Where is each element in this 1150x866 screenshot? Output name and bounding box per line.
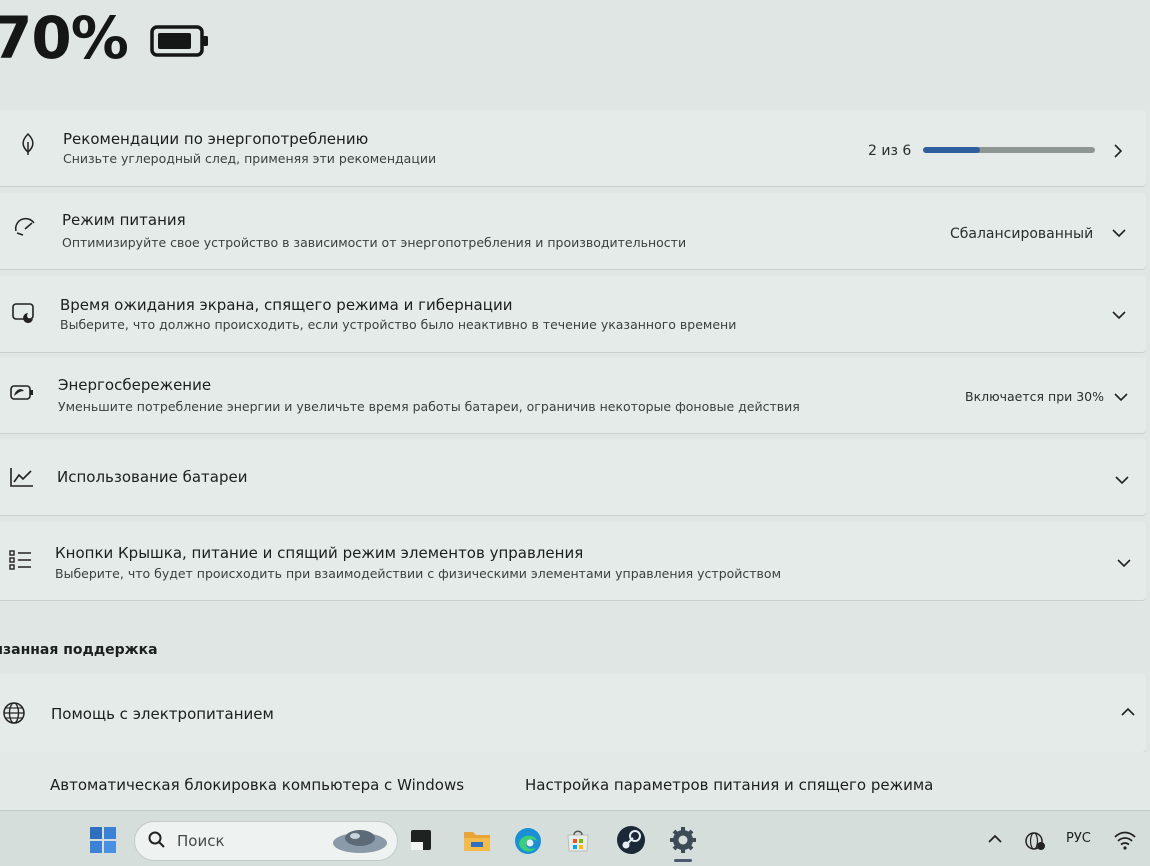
- battery-saver-card[interactable]: Энергосбережение Уменьшите потребление э…: [0, 357, 1146, 433]
- link-auto-lock[interactable]: Автоматическая блокировка компьютера с W…: [50, 776, 464, 794]
- card-title: Помощь с электропитанием: [51, 705, 274, 723]
- power-settings-page: 70% Рекомендации по энергопотреблению Сн…: [0, 0, 1150, 866]
- file-explorer-icon[interactable]: [461, 825, 493, 855]
- chevron-up-icon[interactable]: [1120, 704, 1136, 720]
- wifi-globe-icon[interactable]: [1022, 828, 1048, 852]
- card-subtitle: Выберите, что будет происходить при взаи…: [55, 566, 782, 581]
- taskbar-search[interactable]: Поиск: [134, 821, 398, 861]
- battery-saver-icon: [8, 379, 36, 407]
- language-indicator[interactable]: РУС: [1066, 831, 1091, 846]
- widget-icon[interactable]: [331, 826, 389, 856]
- wifi-icon[interactable]: [1112, 829, 1138, 851]
- chevron-down-icon[interactable]: [1114, 472, 1130, 488]
- search-icon: [147, 830, 167, 850]
- app-icon[interactable]: [408, 827, 434, 853]
- card-subtitle: Уменьшите потребление энергии и увеличьт…: [58, 399, 800, 414]
- card-title: Рекомендации по энергопотреблению: [63, 130, 369, 148]
- chevron-right-icon[interactable]: [1110, 143, 1126, 159]
- lid-power-buttons-card[interactable]: Кнопки Крышка, питание и спящий режим эл…: [0, 522, 1146, 600]
- steam-icon[interactable]: [615, 824, 647, 856]
- power-mode-value[interactable]: Сбалансированный: [950, 226, 1093, 242]
- battery-saver-threshold: Включается при 30%: [965, 389, 1105, 404]
- chevron-down-icon[interactable]: [1111, 225, 1127, 241]
- store-icon[interactable]: [564, 826, 592, 854]
- card-title: Энергосбережение: [58, 376, 212, 394]
- related-support-heading: язанная поддержка: [0, 642, 158, 658]
- chevron-down-icon[interactable]: [1111, 307, 1127, 323]
- search-placeholder: Поиск: [177, 832, 225, 850]
- card-subtitle: Выберите, что должно происходить, если у…: [60, 317, 737, 332]
- screen-sleep-card[interactable]: Время ожидания экрана, спящего режима и …: [0, 276, 1146, 352]
- chevron-down-icon[interactable]: [1113, 389, 1129, 405]
- related-links: Автоматическая блокировка компьютера с W…: [0, 752, 1150, 810]
- battery-usage-card[interactable]: Использование батареи: [0, 439, 1146, 515]
- recommendations-count: 2 из 6: [868, 143, 912, 159]
- recommendations-progress-fill: [923, 147, 980, 153]
- chevron-down-icon[interactable]: [1116, 555, 1132, 571]
- active-app-indicator: [674, 859, 692, 862]
- recommendations-progress: [923, 147, 1095, 153]
- card-title: Режим питания: [62, 211, 186, 229]
- battery-icon: [150, 25, 208, 57]
- edge-icon[interactable]: [512, 825, 544, 857]
- energy-recommendations-card[interactable]: Рекомендации по энергопотреблению Снизьт…: [0, 110, 1146, 186]
- card-subtitle: Оптимизируйте свое устройство в зависимо…: [62, 235, 687, 250]
- power-mode-card[interactable]: Режим питания Оптимизируйте свое устройс…: [0, 193, 1146, 269]
- card-title: Время ожидания экрана, спящего режима и …: [60, 296, 513, 314]
- card-subtitle: Снизьте углеродный след, применяя эти ре…: [63, 151, 437, 166]
- leaf-icon: [14, 130, 42, 158]
- chevron-up-icon[interactable]: [986, 831, 1004, 847]
- card-title: Кнопки Крышка, питание и спящий режим эл…: [55, 544, 584, 562]
- globe-icon: [0, 699, 28, 727]
- link-power-sleep-settings[interactable]: Настройка параметров питания и спящего р…: [525, 776, 933, 794]
- settings-icon[interactable]: [667, 824, 699, 856]
- speedometer-icon: [12, 213, 40, 241]
- battery-header: 70%: [0, 0, 1150, 100]
- power-help-card[interactable]: Помощь с электропитанием: [0, 674, 1146, 752]
- chart-line-icon: [8, 463, 36, 491]
- taskbar: Поиск РУС: [0, 810, 1150, 866]
- list-icon: [6, 546, 34, 574]
- screen-sleep-icon: [10, 298, 38, 326]
- card-title: Использование батареи: [57, 468, 248, 486]
- windows-start-icon[interactable]: [88, 825, 118, 855]
- battery-percent: 70%: [0, 4, 129, 72]
